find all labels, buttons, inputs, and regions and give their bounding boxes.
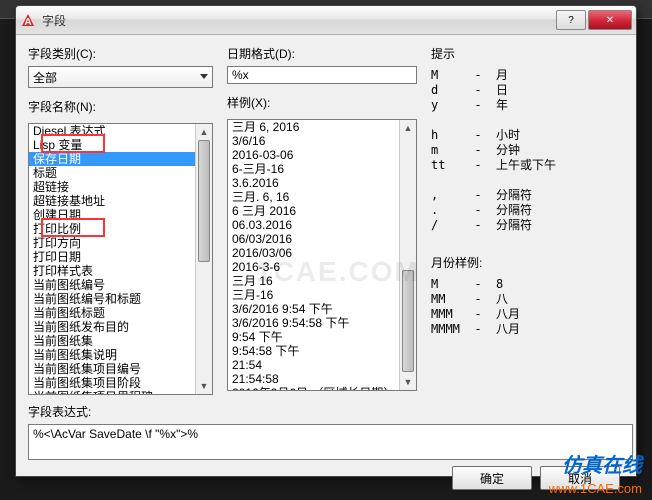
help-button[interactable]: ? — [556, 10, 586, 30]
list-item[interactable]: 2016年3月6日 （区域长日期） — [228, 386, 416, 391]
list-item[interactable]: 创建日期 — [29, 208, 212, 222]
field-category-label: 字段类别(C): — [28, 45, 213, 62]
list-item[interactable]: 打印比例 — [29, 222, 212, 236]
list-item[interactable]: 打印日期 — [29, 250, 212, 264]
list-item[interactable]: 打印方向 — [29, 236, 212, 250]
scroll-thumb[interactable] — [402, 270, 414, 372]
list-item[interactable]: 当前图纸编号 — [29, 278, 212, 292]
list-item[interactable]: 当前图纸集项目里程碑 — [29, 390, 212, 395]
list-item[interactable]: 当前图纸标题 — [29, 306, 212, 320]
list-item[interactable]: 三月 16 — [228, 274, 416, 288]
list-item[interactable]: 6 三月 2016 — [228, 204, 416, 218]
list-item[interactable]: 当前图纸集项目阶段 — [29, 376, 212, 390]
scrollbar[interactable]: ▲ ▼ — [399, 120, 416, 390]
list-item[interactable]: 超链接基地址 — [29, 194, 212, 208]
list-item[interactable]: 当前图纸集项目编号 — [29, 362, 212, 376]
list-item[interactable]: 三月. 6, 16 — [228, 190, 416, 204]
field-category-value: 全部 — [33, 69, 57, 86]
list-item[interactable]: 06.03.2016 — [228, 218, 416, 232]
scroll-down-arrow[interactable]: ▼ — [400, 374, 416, 390]
expression-box: %<\AcVar SaveDate \f "%x">% — [28, 424, 633, 460]
app-icon: A — [20, 12, 36, 28]
list-item[interactable]: 06/03/2016 — [228, 232, 416, 246]
scroll-up-arrow[interactable]: ▲ — [400, 120, 416, 136]
sample-label: 样例(X): — [227, 94, 417, 111]
list-item[interactable]: 三月 6, 2016 — [228, 120, 416, 134]
hint-table: M - 月 d - 日 y - 年 h - 小时 m - 分钟 tt - 上午或… — [431, 66, 624, 248]
month-sample-table: M - 8 MM - 八 MMM - 八月 MMMM - 八月 — [431, 275, 624, 337]
close-button[interactable]: ✕ — [588, 10, 632, 30]
list-item[interactable]: 21:54:58 — [228, 372, 416, 386]
month-sample-label: 月份样例: — [431, 254, 624, 271]
hint-label: 提示 — [431, 45, 624, 62]
list-item[interactable]: 9:54:58 下午 — [228, 344, 416, 358]
field-dialog: A 字段 ? ✕ 字段类别(C): 全部 字段名称(N): Diesel 表达式… — [15, 5, 637, 477]
dialog-title: 字段 — [42, 12, 556, 29]
list-item[interactable]: 当前图纸集 — [29, 334, 212, 348]
list-item[interactable]: 2016-03-06 — [228, 148, 416, 162]
expression-value: %<\AcVar SaveDate \f "%x">% — [33, 427, 198, 441]
svg-text:A: A — [24, 17, 31, 28]
scrollbar[interactable]: ▲ ▼ — [195, 124, 212, 394]
scroll-thumb[interactable] — [198, 140, 210, 262]
list-item[interactable]: 3/6/2016 9:54 下午 — [228, 302, 416, 316]
list-item[interactable]: 3/6/2016 9:54:58 下午 — [228, 316, 416, 330]
list-item[interactable]: 当前图纸发布目的 — [29, 320, 212, 334]
cancel-button[interactable]: 取消 — [540, 466, 620, 490]
list-item[interactable]: 三月-16 — [228, 288, 416, 302]
title-bar[interactable]: A 字段 ? ✕ — [16, 6, 636, 35]
list-item[interactable]: 当前图纸集说明 — [29, 348, 212, 362]
field-name-list[interactable]: Diesel 表达式Lisp 变量保存日期标题超链接超链接基地址创建日期打印比例… — [28, 123, 213, 395]
list-item[interactable]: Diesel 表达式 — [29, 124, 212, 138]
field-category-combo[interactable]: 全部 — [28, 66, 213, 88]
date-format-label: 日期格式(D): — [227, 45, 417, 62]
list-item[interactable]: 6-三月-16 — [228, 162, 416, 176]
scroll-down-arrow[interactable]: ▼ — [196, 378, 212, 394]
date-format-input[interactable] — [227, 66, 417, 84]
list-item[interactable]: Lisp 变量 — [29, 138, 212, 152]
list-item[interactable]: 保存日期 — [29, 152, 212, 166]
dialog-body: 字段类别(C): 全部 字段名称(N): Diesel 表达式Lisp 变量保存… — [16, 35, 636, 498]
scroll-up-arrow[interactable]: ▲ — [196, 124, 212, 140]
list-item[interactable]: 打印样式表 — [29, 264, 212, 278]
list-item[interactable]: 2016-3-6 — [228, 260, 416, 274]
list-item[interactable]: 2016/03/06 — [228, 246, 416, 260]
list-item[interactable]: 21:54 — [228, 358, 416, 372]
list-item[interactable]: 3/6/16 — [228, 134, 416, 148]
field-name-label: 字段名称(N): — [28, 98, 213, 115]
list-item[interactable]: 当前图纸编号和标题 — [29, 292, 212, 306]
list-item[interactable]: 9:54 下午 — [228, 330, 416, 344]
expression-label: 字段表达式: — [28, 403, 624, 420]
list-item[interactable]: 标题 — [29, 166, 212, 180]
list-item[interactable]: 3.6.2016 — [228, 176, 416, 190]
list-item[interactable]: 超链接 — [29, 180, 212, 194]
sample-list[interactable]: 三月 6, 20163/6/162016-03-066-三月-163.6.201… — [227, 119, 417, 391]
ok-button[interactable]: 确定 — [452, 466, 532, 490]
